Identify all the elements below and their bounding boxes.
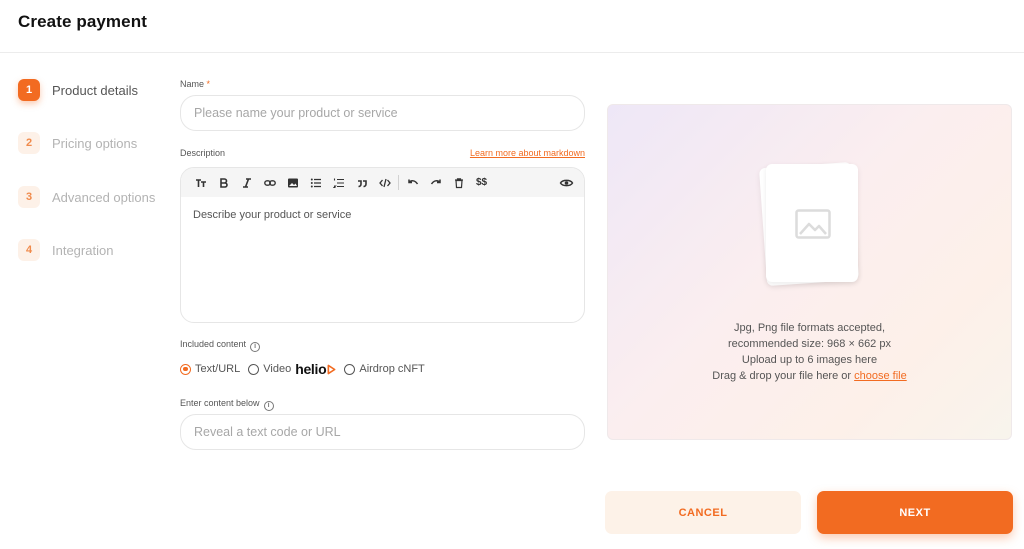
radio-unchecked-icon[interactable] xyxy=(344,363,356,375)
step-label: Integration xyxy=(52,242,114,258)
redo-icon[interactable] xyxy=(424,173,447,193)
step-number: 4 xyxy=(18,239,40,261)
step-label: Pricing options xyxy=(52,135,138,151)
page-title: Create payment xyxy=(18,12,147,31)
step-pricing-options[interactable]: 2 Pricing options xyxy=(18,132,137,154)
upload-limit-text: Upload up to 6 images here xyxy=(741,354,878,366)
radio-label: Video xyxy=(263,363,292,375)
included-content-label: Included content i xyxy=(180,339,261,352)
name-label: Name * xyxy=(180,79,210,89)
cancel-button[interactable]: CANCEL xyxy=(605,491,801,534)
content-type-radio-group: Text/URL Video helio Airdrop cNFT xyxy=(180,361,433,377)
bullet-list-icon[interactable] xyxy=(304,173,327,193)
text-size-icon[interactable] xyxy=(189,173,212,193)
content-label-text: Enter content below xyxy=(180,398,260,408)
step-advanced-options[interactable]: 3 Advanced options xyxy=(18,186,155,208)
markdown-help-link[interactable]: Learn more about markdown xyxy=(470,148,585,158)
image-placeholder-stack xyxy=(758,161,860,287)
preview-icon[interactable] xyxy=(555,173,578,193)
upload-formats-text: Jpg, Png file formats accepted, xyxy=(733,322,886,334)
required-mark: * xyxy=(206,79,211,89)
radio-airdrop-cnft[interactable]: Airdrop cNFT xyxy=(344,363,425,375)
math-icon[interactable]: $$ xyxy=(470,173,493,193)
info-icon[interactable]: i xyxy=(263,400,274,411)
bold-icon[interactable] xyxy=(212,173,235,193)
editor-toolbar: $$ xyxy=(181,168,584,197)
placeholder-card xyxy=(766,164,858,282)
info-icon[interactable]: i xyxy=(250,341,261,352)
description-placeholder[interactable]: Describe your product or service xyxy=(181,197,584,233)
step-number: 2 xyxy=(18,132,40,154)
radio-text-url[interactable]: Text/URL xyxy=(180,363,240,375)
name-input[interactable] xyxy=(180,95,585,131)
image-placeholder-icon xyxy=(795,209,831,239)
upload-drag-prefix: Drag & drop your file here or xyxy=(712,370,852,382)
name-label-text: Name xyxy=(180,79,205,89)
next-button[interactable]: NEXT xyxy=(817,491,1013,534)
radio-label: Airdrop cNFT xyxy=(359,363,425,375)
undo-icon[interactable] xyxy=(401,173,424,193)
play-icon xyxy=(327,364,336,374)
step-number: 3 xyxy=(18,186,40,208)
content-input[interactable] xyxy=(180,414,585,450)
numbered-list-icon[interactable] xyxy=(327,173,350,193)
image-upload-dropzone[interactable]: Jpg, Png file formats accepted, recommen… xyxy=(607,104,1012,440)
step-integration[interactable]: 4 Integration xyxy=(18,239,113,261)
radio-checked-icon[interactable] xyxy=(180,363,191,375)
step-label: Product details xyxy=(52,82,138,98)
italic-icon[interactable] xyxy=(235,173,258,193)
page-header: Create payment xyxy=(0,0,1024,53)
step-label: Advanced options xyxy=(52,189,156,205)
upload-size-text: recommended size: 968 × 662 px xyxy=(728,338,891,350)
helio-logo-text: helio xyxy=(295,361,327,377)
radio-video[interactable]: Video helio xyxy=(248,361,336,377)
step-product-details[interactable]: 1 Product details xyxy=(18,79,138,101)
step-number: 1 xyxy=(18,79,40,101)
quote-icon[interactable] xyxy=(350,173,373,193)
image-icon[interactable] xyxy=(281,173,304,193)
link-icon[interactable] xyxy=(258,173,281,193)
radio-label: Text/URL xyxy=(195,363,241,375)
upload-instructions: Jpg, Png file formats accepted, recommen… xyxy=(608,320,1011,384)
radio-unchecked-icon[interactable] xyxy=(248,363,260,375)
description-label: Description xyxy=(180,148,226,158)
included-content-label-text: Included content xyxy=(180,339,247,349)
code-icon[interactable] xyxy=(373,173,396,193)
choose-file-link[interactable]: choose file xyxy=(854,370,907,382)
upload-drag-text: Drag & drop your file here or choose fil… xyxy=(608,368,1011,384)
description-editor[interactable]: $$ Describe your product or service xyxy=(180,167,585,323)
helio-logo: helio xyxy=(295,361,336,377)
toolbar-divider xyxy=(398,175,399,190)
content-label: Enter content below i xyxy=(180,398,274,411)
clear-icon[interactable] xyxy=(447,173,470,193)
